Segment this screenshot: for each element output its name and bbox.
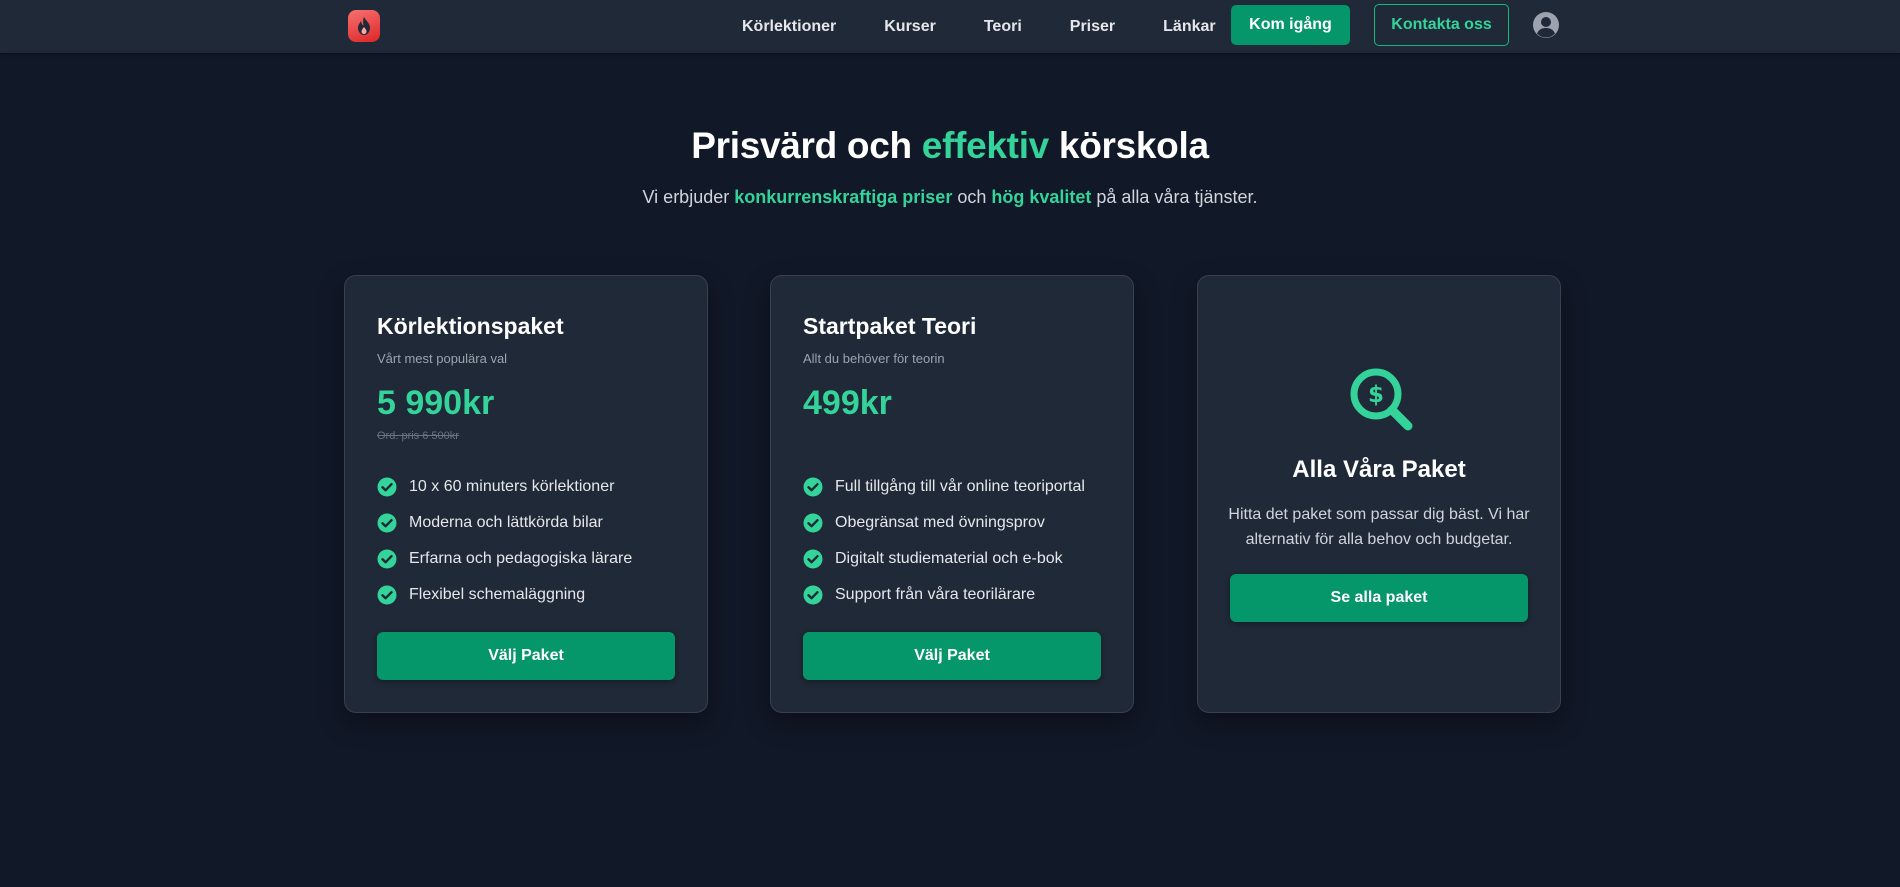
feature-item: Obegränsat med övningsprov [803,505,1085,541]
check-circle-icon [803,549,823,569]
subtitle-accent: hög kvalitet [991,187,1092,207]
subtitle-part: Vi erbjuder [642,187,735,207]
svg-text:$: $ [1368,382,1384,408]
pricing-card-startpaket-teori: Startpaket Teori Allt du behöver för teo… [770,275,1134,713]
feature-list: 10 x 60 minuters körlektioner Moderna oc… [377,469,632,613]
feature-item: Support från våra teorilärare [803,577,1085,613]
pricing-card-korlektionspaket: Körlektionspaket Vårt mest populära val … [344,275,708,713]
card-title: Startpaket Teori [803,313,977,339]
subtitle-part: på alla våra tjänster. [1091,187,1258,207]
check-circle-icon [803,585,823,605]
feature-item: 10 x 60 minuters körlektioner [377,469,632,505]
user-circle-icon[interactable] [1532,11,1560,39]
nav-link-priser[interactable]: Priser [1046,18,1139,36]
subtitle-part: och [952,187,992,207]
nav-link-teori[interactable]: Teori [960,18,1046,36]
check-circle-icon [803,477,823,497]
card-tagline: Allt du behöver för teorin [803,351,945,366]
feature-item: Erfarna och pedagogiska lärare [377,541,632,577]
check-circle-icon [377,585,397,605]
all-packages-card: $ Alla Våra Paket Hitta det paket som pa… [1197,275,1561,713]
card-old-price: Ord. pris 6 500kr [377,430,459,442]
contact-button[interactable]: Kontakta oss [1374,4,1509,46]
feature-list: Full tillgång till vår online teoriporta… [803,469,1085,613]
feature-item: Moderna och lättkörda bilar [377,505,632,541]
feature-text: Erfarna och pedagogiska lärare [409,550,633,567]
select-package-button[interactable]: Välj Paket [377,632,675,680]
get-started-button[interactable]: Kom igång [1231,5,1350,45]
card-price: 499kr [803,384,892,422]
page-title: Prisvärd och effektiv körskola [0,125,1900,167]
card-description: Hitta det paket som passar dig bäst. Vi … [1228,506,1530,548]
feature-item: Digitalt studiematerial och e-bok [803,541,1085,577]
nav-link-lankar[interactable]: Länkar [1139,18,1239,36]
check-circle-icon [377,549,397,569]
see-all-packages-button[interactable]: Se alla paket [1230,574,1528,622]
page-subtitle: Vi erbjuder konkurrenskraftiga priser oc… [0,187,1900,208]
feature-text: Full tillgång till vår online teoriporta… [835,478,1085,495]
subtitle-accent: konkurrenskraftiga priser [734,187,953,207]
nav-link-kurser[interactable]: Kurser [860,18,960,36]
nav-link-korlektioner[interactable]: Körlektioner [718,18,860,36]
main-nav: Körlektioner Kurser Teori Priser Länkar [718,0,1240,53]
navbar: Körlektioner Kurser Teori Priser Länkar … [0,0,1900,53]
check-circle-icon [377,477,397,497]
title-part: körskola [1048,125,1209,166]
select-package-button[interactable]: Välj Paket [803,632,1101,680]
search-dollar-icon: $ [1350,368,1413,431]
title-accent: effektiv [921,125,1049,166]
card-title: Körlektionspaket [377,313,564,339]
feature-text: Obegränsat med övningsprov [835,514,1045,531]
feature-text: Digitalt studiematerial och e-bok [835,550,1063,567]
check-circle-icon [377,513,397,533]
check-circle-icon [803,513,823,533]
feature-text: 10 x 60 minuters körlektioner [409,478,615,495]
card-title: Alla Våra Paket [1292,456,1466,483]
feature-text: Moderna och lättkörda bilar [409,514,603,531]
feature-item: Flexibel schemaläggning [377,577,632,613]
card-price: 5 990kr [377,384,495,422]
title-part: Prisvärd och [691,125,922,166]
card-tagline: Vårt mest populära val [377,351,508,366]
feature-text: Flexibel schemaläggning [409,586,586,603]
feature-text: Support från våra teorilärare [835,586,1036,603]
flame-icon[interactable] [348,10,380,42]
feature-item: Full tillgång till vår online teoriporta… [803,469,1085,505]
